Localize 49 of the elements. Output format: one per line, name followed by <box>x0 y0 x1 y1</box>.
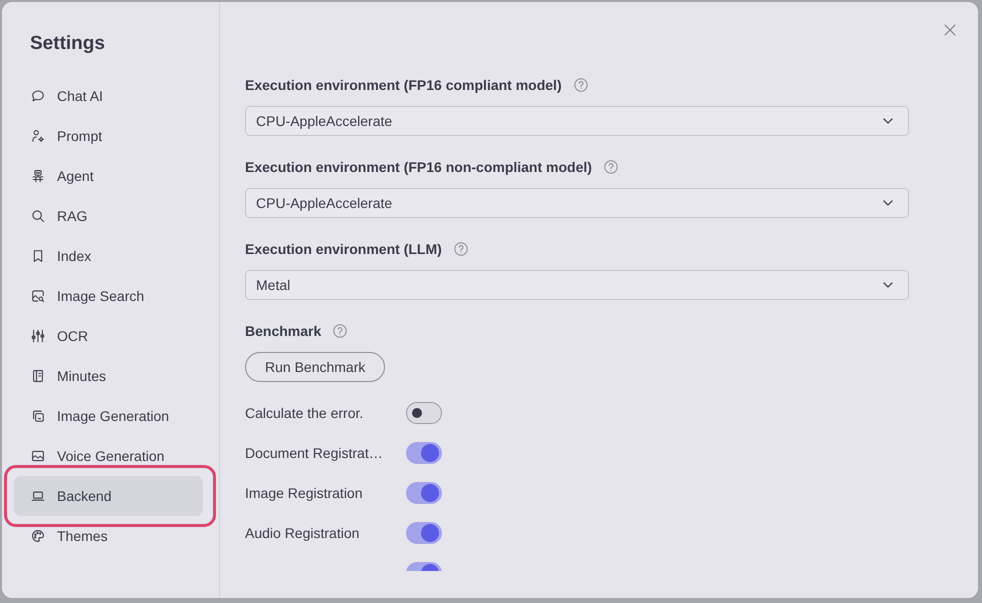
sidebar-item[interactable]: Agent <box>14 156 203 196</box>
setting-label: Execution environment (LLM) <box>245 241 442 257</box>
section-label: Benchmark <box>245 323 322 339</box>
picture-frame-icon <box>31 449 45 463</box>
sidebar-item[interactable]: Prompt <box>14 116 203 156</box>
toggle-switch[interactable] <box>406 402 442 424</box>
help-icon[interactable] <box>574 78 588 92</box>
sidebar-item[interactable]: Backend <box>14 476 203 516</box>
user-gear-icon <box>31 129 45 143</box>
help-icon[interactable] <box>454 242 468 256</box>
toggle-switch[interactable] <box>406 522 442 544</box>
toggle-label: Calculate the error. <box>245 405 364 421</box>
setting-label: Execution environment (FP16 compliant model) <box>245 77 562 93</box>
toggle-label: Document Registrat… <box>245 445 384 461</box>
help-icon[interactable] <box>333 324 348 338</box>
image-search-icon <box>31 289 45 303</box>
toggle-switch[interactable] <box>406 482 442 504</box>
sidebar-item[interactable]: Image Generation <box>14 396 203 436</box>
sidebar-item[interactable]: OCR <box>14 316 203 356</box>
toggle-switch[interactable] <box>406 442 442 464</box>
sidebar-item[interactable]: Voice Generation <box>14 436 203 476</box>
toggle-label: Audio Registration <box>245 525 360 541</box>
copy-icon <box>31 409 45 423</box>
sidebar-item[interactable]: Themes <box>14 516 203 556</box>
laptop-icon <box>31 489 45 503</box>
sidebar-item[interactable]: Chat AI <box>14 76 203 116</box>
close-icon[interactable] <box>944 24 956 36</box>
chevron-down-icon <box>883 118 893 124</box>
robot-icon <box>31 169 45 183</box>
sidebar-item[interactable]: Minutes <box>14 356 203 396</box>
run-benchmark-button[interactable]: Run Benchmark <box>245 352 386 382</box>
search-icon <box>31 209 45 223</box>
dropdown[interactable]: CPU-AppleAccelerate <box>245 188 909 218</box>
settings-title: Settings <box>30 32 105 56</box>
bookmark-icon <box>31 249 45 263</box>
help-icon[interactable] <box>604 160 618 174</box>
sidebar-item[interactable]: Image Search <box>14 276 203 316</box>
sidebar-item[interactable]: RAG <box>14 196 203 236</box>
dropdown[interactable]: Metal <box>245 270 909 300</box>
chevron-down-icon <box>883 282 893 288</box>
palette-icon <box>31 529 45 543</box>
toggle-label: Image Registration <box>245 485 364 501</box>
sidebar-item[interactable]: Index <box>14 236 203 276</box>
chevron-down-icon <box>883 200 893 206</box>
setting-label: Execution environment (FP16 non-compliant model) <box>245 159 592 175</box>
sliders-icon <box>31 329 45 343</box>
dropdown[interactable]: CPU-AppleAccelerate <box>245 106 909 136</box>
notebook-icon <box>31 369 45 383</box>
chat-bubble-icon <box>31 89 45 103</box>
